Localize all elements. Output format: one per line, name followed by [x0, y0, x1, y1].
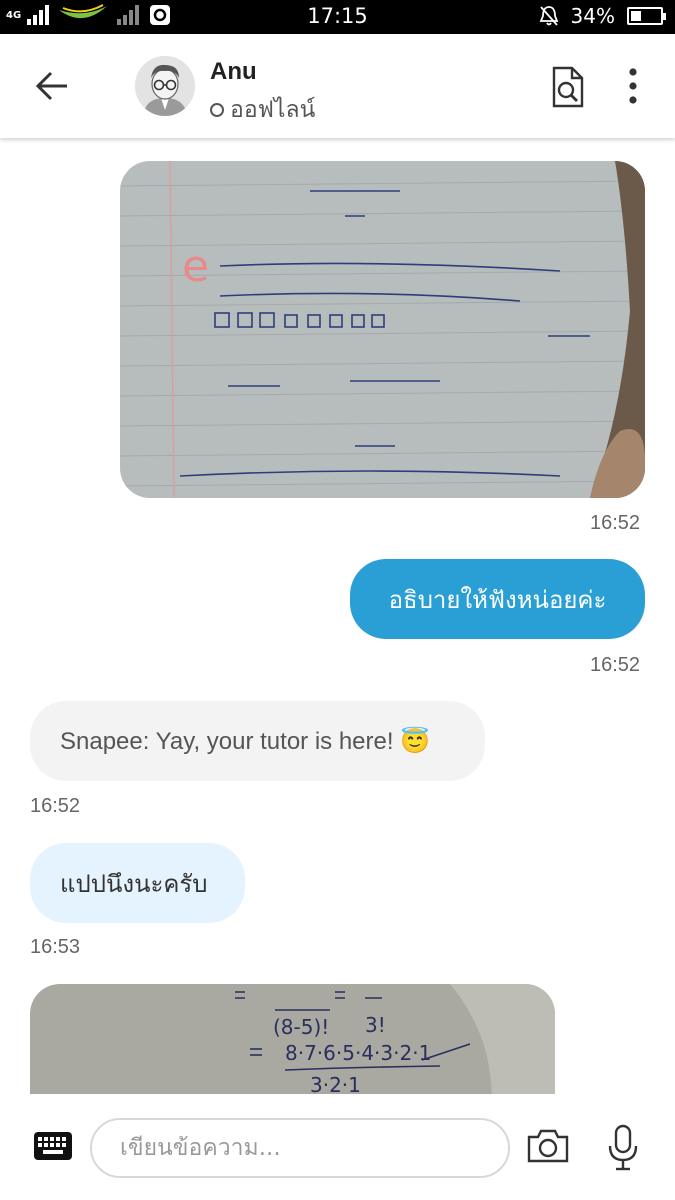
battery-icon — [627, 7, 666, 25]
microphone-button[interactable] — [606, 1124, 640, 1172]
incoming-image-message[interactable]: (8-5)! 3! 8·7·6·5·4·3·2·1 3·2·1 — [30, 984, 555, 1094]
system-text-message[interactable]: Snapee: Yay, your tutor is here! 😇 — [30, 701, 485, 781]
message-text: อธิบายให้ฟังหน่อยค่ะ — [388, 586, 607, 614]
battery-percent: 34% — [570, 4, 615, 28]
solution-photo: (8-5)! 3! 8·7·6·5·4·3·2·1 3·2·1 — [30, 984, 555, 1094]
svg-text:3·2·1: 3·2·1 — [310, 1073, 361, 1094]
bell-muted-icon — [539, 6, 558, 26]
message-input[interactable] — [90, 1118, 510, 1178]
svg-text:e: e — [182, 241, 209, 292]
contact-status: ออฟไลน์ — [210, 92, 315, 128]
contact-name: Anu — [210, 58, 257, 85]
camera-button[interactable] — [526, 1128, 570, 1164]
message-composer — [0, 1094, 675, 1200]
more-options-button[interactable] — [620, 64, 646, 110]
message-time: 16:52 — [590, 512, 641, 534]
status-dot-icon — [210, 103, 224, 117]
microphone-icon — [608, 1124, 638, 1171]
tutor-avatar-icon — [135, 56, 195, 116]
camera-icon — [527, 1129, 569, 1163]
avatar[interactable] — [135, 56, 195, 116]
outgoing-text-message[interactable]: อธิบายให้ฟังหน่อยค่ะ — [350, 559, 645, 639]
svg-text:8·7·6·5·4·3·2·1: 8·7·6·5·4·3·2·1 — [285, 1041, 431, 1065]
back-button[interactable] — [30, 64, 74, 108]
chat-messages[interactable]: e 16:52 อธิบายให้ฟังหน่อยค่ะ 16:52 Snape… — [0, 138, 675, 1094]
status-bar: 4G 17:15 34% — [0, 0, 675, 34]
arrow-left-icon — [35, 71, 67, 101]
more-vertical-icon — [629, 68, 637, 104]
message-time: 16:52 — [590, 654, 641, 676]
message-text: Snapee: Yay, your tutor is here! 😇 — [60, 727, 431, 755]
homework-photo: e — [120, 161, 645, 498]
chat-header: Anu ออฟไลน์ — [0, 34, 675, 138]
document-search-icon — [552, 66, 584, 108]
message-text: แปปนึงนะครับ — [60, 870, 208, 898]
message-time: 16:53 — [30, 936, 81, 958]
search-document-button[interactable] — [548, 64, 588, 110]
svg-text:3!: 3! — [365, 1013, 386, 1037]
contact-status-label: ออฟไลน์ — [230, 97, 316, 123]
svg-text:(8-5)!: (8-5)! — [273, 1015, 329, 1039]
outgoing-image-message[interactable]: e — [120, 161, 645, 498]
keyboard-icon — [38, 1137, 66, 1154]
incoming-text-message[interactable]: แปปนึงนะครับ — [30, 843, 245, 923]
message-time: 16:52 — [30, 795, 81, 817]
keyboard-button[interactable] — [34, 1132, 72, 1160]
